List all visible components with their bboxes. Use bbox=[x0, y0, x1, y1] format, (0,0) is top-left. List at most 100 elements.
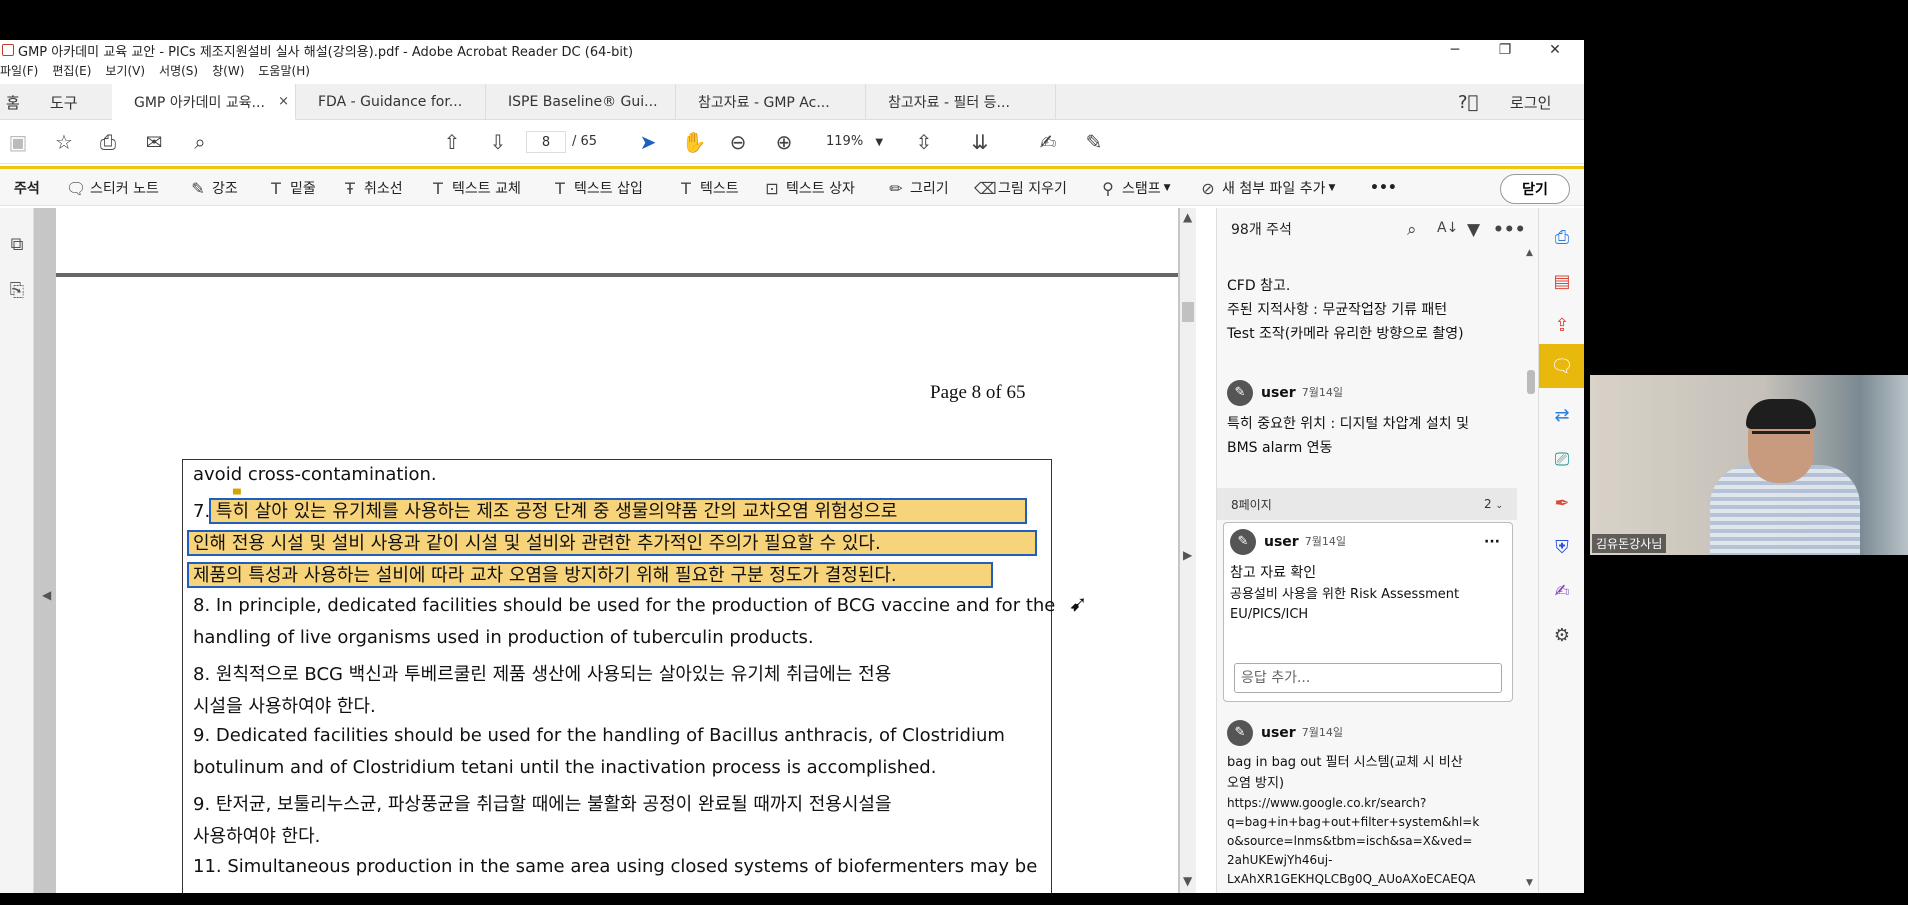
page-thumbnails-icon[interactable]: ⧉ bbox=[6, 234, 28, 256]
attachments-paperclip-icon[interactable]: ⎘ bbox=[6, 280, 28, 302]
scrollbar-thumb[interactable] bbox=[1527, 370, 1535, 394]
sticky-note-tool[interactable]: 🗨 스티커 노트 bbox=[66, 176, 159, 200]
page-down-icon[interactable]: ⇩ bbox=[484, 128, 512, 156]
acrobat-window: GMP 아카데미 교육 교안 - PICs 제조지원설비 실사 해설(강의용).… bbox=[0, 40, 1584, 893]
scroll-down-arrow-icon[interactable]: ▼ bbox=[1183, 874, 1192, 888]
pdf-page: Page 8 of 65 ▀ avoid cross-contamination… bbox=[56, 208, 1178, 893]
highlight-tool[interactable]: ✎ 강조 bbox=[188, 176, 237, 200]
hand-tool-icon[interactable]: ✋ bbox=[680, 128, 708, 156]
print-icon[interactable]: ⎙ bbox=[94, 128, 122, 156]
zoom-select[interactable]: 119% ▼ bbox=[826, 131, 888, 153]
selected-comment[interactable]: ✎ user 7월14일 ··· 참고 자료 확인 공용설비 사용을 위한 Ri… bbox=[1223, 522, 1513, 702]
comments-scrollbar[interactable]: ▲ ▼ bbox=[1524, 248, 1538, 893]
underline-tool[interactable]: T 밑줄 bbox=[266, 176, 316, 200]
sort-icon[interactable]: A↓ bbox=[1437, 220, 1458, 236]
menu-edit[interactable]: 편집(E) bbox=[52, 62, 91, 80]
more-tools-wrench-icon[interactable]: ⚙ bbox=[1547, 620, 1577, 650]
scroll-up-arrow-icon[interactable]: ▲ bbox=[1183, 210, 1192, 224]
page-group-header[interactable]: 8페이지 2 ⌄ bbox=[1217, 488, 1517, 520]
create-pdf-icon[interactable]: ⎙ bbox=[1547, 222, 1577, 252]
protect-shield-icon[interactable]: ⛨ bbox=[1547, 532, 1577, 562]
tab-document-active[interactable]: GMP 아카데미 교육... × bbox=[112, 84, 296, 120]
text-box-tool[interactable]: ⊡ 텍스트 상자 bbox=[762, 176, 855, 200]
document-viewport[interactable]: ◀ Page 8 of 65 ▀ avoid cross-contaminati… bbox=[34, 208, 1180, 893]
text-icon: T bbox=[681, 178, 691, 198]
replace-text-tool[interactable]: T 텍스트 교체 bbox=[428, 176, 521, 200]
comment-item[interactable]: ✎ user 7월14일 bag in bag out 필터 시스템(교체 시 … bbox=[1227, 718, 1515, 889]
highlight-pen-icon: ✎ bbox=[191, 178, 205, 198]
tab-ref-gmp[interactable]: 참고자료 - GMP Ac... bbox=[676, 84, 866, 120]
page-number-input[interactable]: 8 bbox=[526, 131, 566, 153]
comment-text-line: q=bag+in+bag+out+filter+system&hl=k bbox=[1227, 815, 1480, 829]
scrollbar-thumb[interactable] bbox=[1182, 302, 1194, 322]
search-comments-icon[interactable]: ⌕ bbox=[1407, 220, 1417, 240]
comment-text-line: bag in bag out 필터 시스템(교체 시 비산 bbox=[1227, 755, 1463, 770]
search-icon[interactable]: ⌕ bbox=[186, 128, 214, 156]
filter-icon[interactable]: ▼ bbox=[1467, 220, 1480, 240]
tool-label: 텍스트 교체 bbox=[452, 181, 521, 197]
insert-text-tool[interactable]: T 텍스트 삽입 bbox=[550, 176, 643, 200]
organize-pages-icon[interactable]: ▤ bbox=[1547, 266, 1577, 296]
comment-more-icon[interactable]: ··· bbox=[1484, 530, 1500, 554]
email-icon[interactable]: ✉ bbox=[140, 128, 168, 156]
save-icon[interactable]: ▣ bbox=[4, 128, 32, 156]
next-page-arrow-icon[interactable]: ▶ bbox=[1183, 548, 1192, 562]
comment-text-line: Test 조작(카메라 유리한 방향으로 촬영) bbox=[1227, 326, 1464, 342]
doc-line: 9. 탄저균, 보툴리누스균, 파상풍균을 취급할 때에는 불활화 공정이 완료… bbox=[193, 794, 892, 815]
help-icon[interactable]: ?⃝ bbox=[1458, 84, 1478, 120]
sign-icon[interactable]: ✍ bbox=[1034, 128, 1062, 156]
menu-sign[interactable]: 서명(S) bbox=[159, 62, 198, 80]
menu-window[interactable]: 창(W) bbox=[212, 62, 244, 80]
fit-page-icon[interactable]: ⇳ bbox=[910, 128, 938, 156]
comment-item[interactable]: ✎ user 7월14일 특히 중요한 위치 : 디지털 차압계 설치 및 BM… bbox=[1227, 378, 1515, 460]
tools-tab[interactable]: 도구 bbox=[50, 84, 78, 120]
stamp-tool[interactable]: ⚲ 스탬프 ▼ bbox=[1098, 176, 1170, 200]
draw-tool[interactable]: ✏ 그리기 bbox=[886, 176, 949, 200]
convert-icon[interactable]: ⇄ bbox=[1547, 400, 1577, 430]
export-pdf-icon[interactable]: ⇪ bbox=[1547, 310, 1577, 340]
tab-close-icon[interactable]: × bbox=[278, 94, 289, 109]
scroll-up-arrow-icon[interactable]: ▲ bbox=[1526, 248, 1533, 258]
reply-input[interactable]: 응답 추가... bbox=[1234, 663, 1502, 693]
login-link[interactable]: 로그인 bbox=[1510, 84, 1551, 120]
comment-continued[interactable]: CFD 참고. 주된 지적사항 : 무균작업장 기류 패턴 Test 조작(카메… bbox=[1227, 274, 1515, 346]
sticky-note-icon: 🗨 bbox=[66, 178, 87, 198]
pencil-icon: ✏ bbox=[889, 178, 903, 198]
minimize-button[interactable]: ─ bbox=[1430, 40, 1480, 60]
scroll-down-arrow-icon[interactable]: ▼ bbox=[1526, 878, 1533, 888]
zoom-in-icon[interactable]: ⊕ bbox=[770, 128, 798, 156]
menu-view[interactable]: 보기(V) bbox=[105, 62, 145, 80]
document-scrollbar[interactable]: ▲ ▶ ▼ bbox=[1180, 208, 1196, 893]
close-window-button[interactable]: ✕ bbox=[1530, 40, 1580, 60]
fill-sign-icon[interactable]: ✎ bbox=[1080, 128, 1108, 156]
select-cursor-icon[interactable]: ➤ bbox=[634, 128, 662, 156]
comment-tool-icon[interactable]: 🗨 bbox=[1539, 344, 1584, 388]
tab-ref-filter[interactable]: 참고자료 - 필터 등... bbox=[866, 84, 1056, 120]
eraser-tool[interactable]: ⌫ 그림 지우기 bbox=[974, 176, 1067, 200]
add-attachment-tool[interactable]: ⊘ 새 첨부 파일 추가 ▼ bbox=[1198, 176, 1335, 200]
strikethrough-tool[interactable]: Ŧ 취소선 bbox=[340, 176, 403, 200]
more-options-icon[interactable]: ••• bbox=[1493, 220, 1526, 240]
more-tools-icon[interactable]: ••• bbox=[1370, 176, 1397, 200]
home-tab[interactable]: 홈 bbox=[6, 84, 20, 120]
tab-fda[interactable]: FDA - Guidance for... bbox=[296, 84, 486, 120]
webcam-video: 김유돈강사님 bbox=[1590, 375, 1908, 555]
tool-label: 그리기 bbox=[910, 181, 949, 197]
scan-icon[interactable]: ⎚ bbox=[1547, 444, 1577, 474]
add-text-tool[interactable]: T 텍스트 bbox=[676, 176, 739, 200]
close-comment-button[interactable]: 닫기 bbox=[1500, 174, 1570, 204]
tool-label: 새 첨부 파일 추가 bbox=[1222, 181, 1326, 197]
menu-help[interactable]: 도움말(H) bbox=[258, 62, 310, 80]
bookmark-star-icon[interactable]: ☆ bbox=[50, 128, 78, 156]
title-bar: GMP 아카데미 교육 교안 - PICs 제조지원설비 실사 해설(강의용).… bbox=[0, 40, 1584, 60]
restore-button[interactable]: ❐ bbox=[1480, 40, 1530, 60]
menu-file[interactable]: 파일(F) bbox=[0, 62, 38, 80]
previous-page-arrow-icon[interactable]: ◀ bbox=[42, 588, 51, 602]
chevron-down-icon: ⌄ bbox=[1495, 501, 1503, 511]
tab-ispe[interactable]: ISPE Baseline® Gui... bbox=[486, 84, 676, 120]
edit-pen-icon[interactable]: ✒ bbox=[1547, 488, 1577, 518]
fill-sign-icon[interactable]: ✍ bbox=[1547, 576, 1577, 606]
scroll-mode-icon[interactable]: ⇊ bbox=[966, 128, 994, 156]
page-up-icon[interactable]: ⇧ bbox=[438, 128, 466, 156]
zoom-out-icon[interactable]: ⊖ bbox=[724, 128, 752, 156]
